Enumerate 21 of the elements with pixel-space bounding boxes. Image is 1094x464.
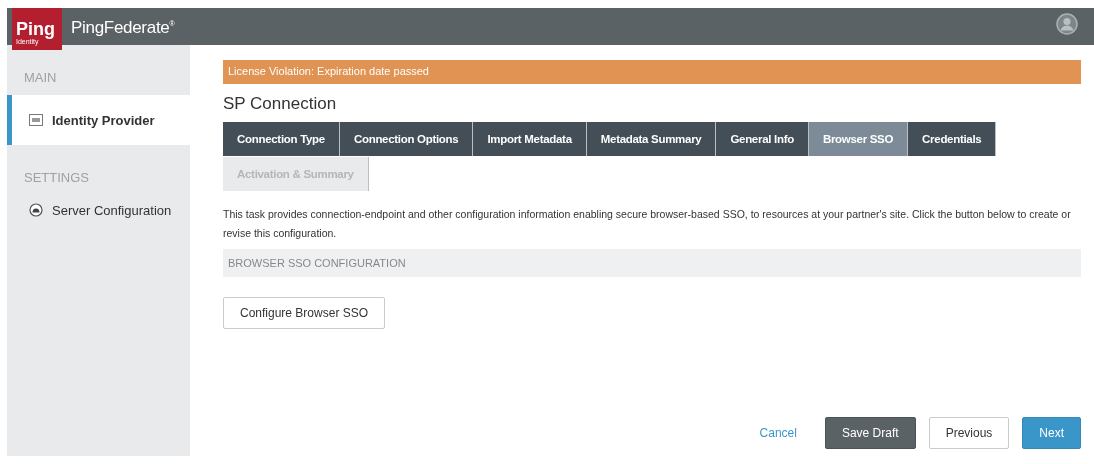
wizard-tab[interactable]: Credentials — [908, 122, 997, 156]
wizard-tab[interactable]: Metadata Summary — [586, 122, 717, 156]
license-alert: License Violation: Expiration date passed — [223, 60, 1081, 84]
description-text: This task provides connection-endpoint and other configuration information enabling secure browser-based SSO, to resources at your partner's site. Click the button below to create or revise this configuration. — [223, 207, 1072, 241]
save-draft-button[interactable]: Save Draft — [824, 417, 916, 449]
section-heading: BROWSER SSO CONFIGURATION — [223, 249, 1081, 277]
wizard-tab[interactable]: Browser SSO — [808, 122, 909, 156]
product-name: PingFederate$^{®}$ — [71, 18, 175, 38]
sidebar-item[interactable]: Server Configuration — [7, 185, 190, 235]
wizard-tab[interactable]: Import Metadata — [473, 122, 587, 156]
server-icon — [29, 203, 43, 217]
sidebar-item[interactable]: Identity Provider — [7, 95, 190, 145]
page-title: SP Connection — [223, 94, 338, 114]
sidebar-heading: SETTINGS — [23, 169, 90, 187]
wizard-tab[interactable]: Connection Type — [223, 122, 340, 156]
wizard-tab[interactable]: General Info — [716, 122, 809, 156]
configure-browser-sso-button[interactable]: Configure Browser SSO — [223, 297, 386, 329]
sidebar-heading: MAIN — [23, 69, 58, 87]
previous-button[interactable]: Previous — [928, 417, 1010, 449]
wizard-tab[interactable]: Connection Options — [339, 122, 474, 156]
user-avatar-icon[interactable] — [1056, 13, 1078, 35]
